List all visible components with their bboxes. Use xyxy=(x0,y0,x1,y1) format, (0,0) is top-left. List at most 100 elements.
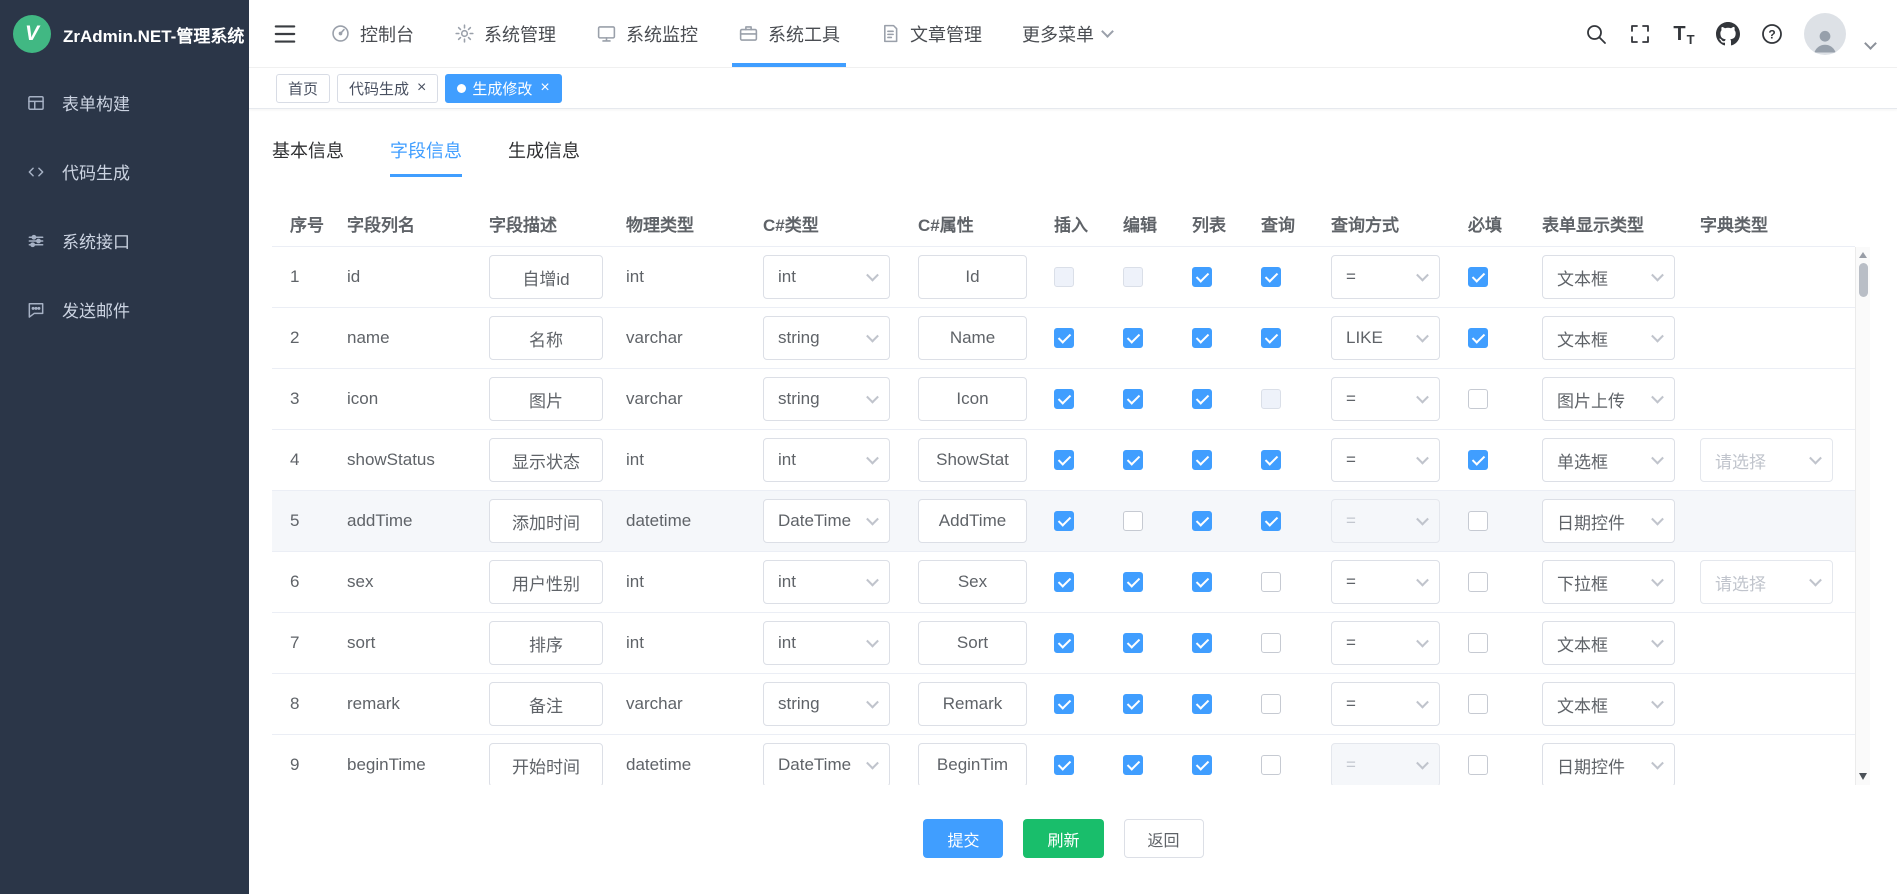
description-input[interactable] xyxy=(489,438,603,482)
close-icon[interactable]: × xyxy=(540,80,549,96)
list-checkbox[interactable] xyxy=(1192,511,1212,531)
csharp-property-input[interactable] xyxy=(918,560,1027,604)
query-checkbox[interactable] xyxy=(1261,389,1281,409)
insert-checkbox[interactable] xyxy=(1054,694,1074,714)
display-type-select[interactable]: 单选框 xyxy=(1542,438,1675,482)
insert-checkbox[interactable] xyxy=(1054,511,1074,531)
csharp-property-input[interactable] xyxy=(918,499,1027,543)
sidebar-item-form-build[interactable]: 表单构建 xyxy=(0,68,249,137)
description-input[interactable] xyxy=(489,621,603,665)
table-scrollbar[interactable] xyxy=(1855,247,1870,785)
csharp-type-select[interactable]: int xyxy=(763,560,890,604)
csharp-property-input[interactable] xyxy=(918,377,1027,421)
edit-checkbox[interactable] xyxy=(1123,633,1143,653)
query-method-select[interactable]: = xyxy=(1331,438,1440,482)
query-method-select[interactable]: LIKE xyxy=(1331,316,1440,360)
tab-gen-info[interactable]: 生成信息 xyxy=(508,137,580,177)
query-method-select[interactable]: = xyxy=(1331,682,1440,726)
nav-item-article[interactable]: 文章管理 xyxy=(860,0,1002,67)
csharp-property-input[interactable] xyxy=(918,255,1027,299)
nav-item-console[interactable]: 控制台 xyxy=(310,0,434,67)
insert-checkbox[interactable] xyxy=(1054,450,1074,470)
query-checkbox[interactable] xyxy=(1261,755,1281,775)
list-checkbox[interactable] xyxy=(1192,389,1212,409)
description-input[interactable] xyxy=(489,499,603,543)
csharp-type-select[interactable]: DateTime xyxy=(763,743,890,785)
description-input[interactable] xyxy=(489,377,603,421)
display-type-select[interactable]: 文本框 xyxy=(1542,255,1675,299)
display-type-select[interactable]: 下拉框 xyxy=(1542,560,1675,604)
list-checkbox[interactable] xyxy=(1192,755,1212,775)
dict-type-select[interactable]: 请选择 xyxy=(1700,438,1833,482)
description-input[interactable] xyxy=(489,255,603,299)
sidebar-item-api[interactable]: 系统接口 xyxy=(0,206,249,275)
github-icon[interactable] xyxy=(1716,22,1740,46)
query-checkbox[interactable] xyxy=(1261,328,1281,348)
query-method-select[interactable]: = xyxy=(1331,743,1440,785)
display-type-select[interactable]: 文本框 xyxy=(1542,682,1675,726)
query-checkbox[interactable] xyxy=(1261,633,1281,653)
insert-checkbox[interactable] xyxy=(1054,389,1074,409)
csharp-type-select[interactable]: int xyxy=(763,621,890,665)
scrollbar-down-icon[interactable] xyxy=(1859,773,1867,780)
edit-checkbox[interactable] xyxy=(1123,755,1143,775)
edit-checkbox[interactable] xyxy=(1123,694,1143,714)
csharp-property-input[interactable] xyxy=(918,621,1027,665)
scrollbar-thumb[interactable] xyxy=(1859,263,1868,297)
fullscreen-icon[interactable] xyxy=(1628,22,1652,46)
required-checkbox[interactable] xyxy=(1468,755,1488,775)
display-type-select[interactable]: 文本框 xyxy=(1542,621,1675,665)
display-type-select[interactable]: 图片上传 xyxy=(1542,377,1675,421)
insert-checkbox[interactable] xyxy=(1054,755,1074,775)
list-checkbox[interactable] xyxy=(1192,633,1212,653)
nav-item-sys-mgmt[interactable]: 系统管理 xyxy=(434,0,576,67)
sidebar-item-mail[interactable]: 发送邮件 xyxy=(0,275,249,344)
csharp-property-input[interactable] xyxy=(918,316,1027,360)
tag-genedit[interactable]: 生成修改× xyxy=(445,74,561,103)
list-checkbox[interactable] xyxy=(1192,328,1212,348)
query-checkbox[interactable] xyxy=(1261,511,1281,531)
query-method-select[interactable]: = xyxy=(1331,621,1440,665)
query-checkbox[interactable] xyxy=(1261,450,1281,470)
csharp-property-input[interactable] xyxy=(918,682,1027,726)
chevron-down-icon[interactable] xyxy=(1864,37,1877,50)
csharp-type-select[interactable]: int xyxy=(763,438,890,482)
display-type-select[interactable]: 文本框 xyxy=(1542,316,1675,360)
list-checkbox[interactable] xyxy=(1192,267,1212,287)
insert-checkbox[interactable] xyxy=(1054,633,1074,653)
csharp-type-select[interactable]: string xyxy=(763,377,890,421)
query-checkbox[interactable] xyxy=(1261,694,1281,714)
refresh-button[interactable]: 刷新 xyxy=(1023,819,1103,858)
back-button[interactable]: 返回 xyxy=(1124,819,1204,858)
nav-item-more[interactable]: 更多菜单 xyxy=(1002,0,1132,67)
required-checkbox[interactable] xyxy=(1468,694,1488,714)
query-checkbox[interactable] xyxy=(1261,267,1281,287)
help-icon[interactable]: ? xyxy=(1760,22,1784,46)
edit-checkbox[interactable] xyxy=(1123,450,1143,470)
query-method-select[interactable]: = xyxy=(1331,499,1440,543)
list-checkbox[interactable] xyxy=(1192,450,1212,470)
csharp-type-select[interactable]: string xyxy=(763,682,890,726)
required-checkbox[interactable] xyxy=(1468,328,1488,348)
scrollbar-up-icon[interactable] xyxy=(1859,252,1867,258)
menu-fold-icon[interactable] xyxy=(272,21,298,47)
tag-home[interactable]: 首页 xyxy=(276,74,330,103)
display-type-select[interactable]: 日期控件 xyxy=(1542,499,1675,543)
search-icon[interactable] xyxy=(1584,22,1608,46)
query-method-select[interactable]: = xyxy=(1331,377,1440,421)
insert-checkbox[interactable] xyxy=(1054,328,1074,348)
tab-field-info[interactable]: 字段信息 xyxy=(390,137,462,177)
csharp-type-select[interactable]: string xyxy=(763,316,890,360)
edit-checkbox[interactable] xyxy=(1123,328,1143,348)
list-checkbox[interactable] xyxy=(1192,694,1212,714)
insert-checkbox[interactable] xyxy=(1054,267,1074,287)
required-checkbox[interactable] xyxy=(1468,267,1488,287)
user-avatar[interactable] xyxy=(1804,13,1846,55)
query-method-select[interactable]: = xyxy=(1331,560,1440,604)
nav-item-sys-tool[interactable]: 系统工具 xyxy=(718,0,860,67)
query-checkbox[interactable] xyxy=(1261,572,1281,592)
csharp-property-input[interactable] xyxy=(918,743,1027,785)
csharp-property-input[interactable] xyxy=(918,438,1027,482)
submit-button[interactable]: 提交 xyxy=(923,819,1003,858)
tab-basic-info[interactable]: 基本信息 xyxy=(272,137,344,177)
